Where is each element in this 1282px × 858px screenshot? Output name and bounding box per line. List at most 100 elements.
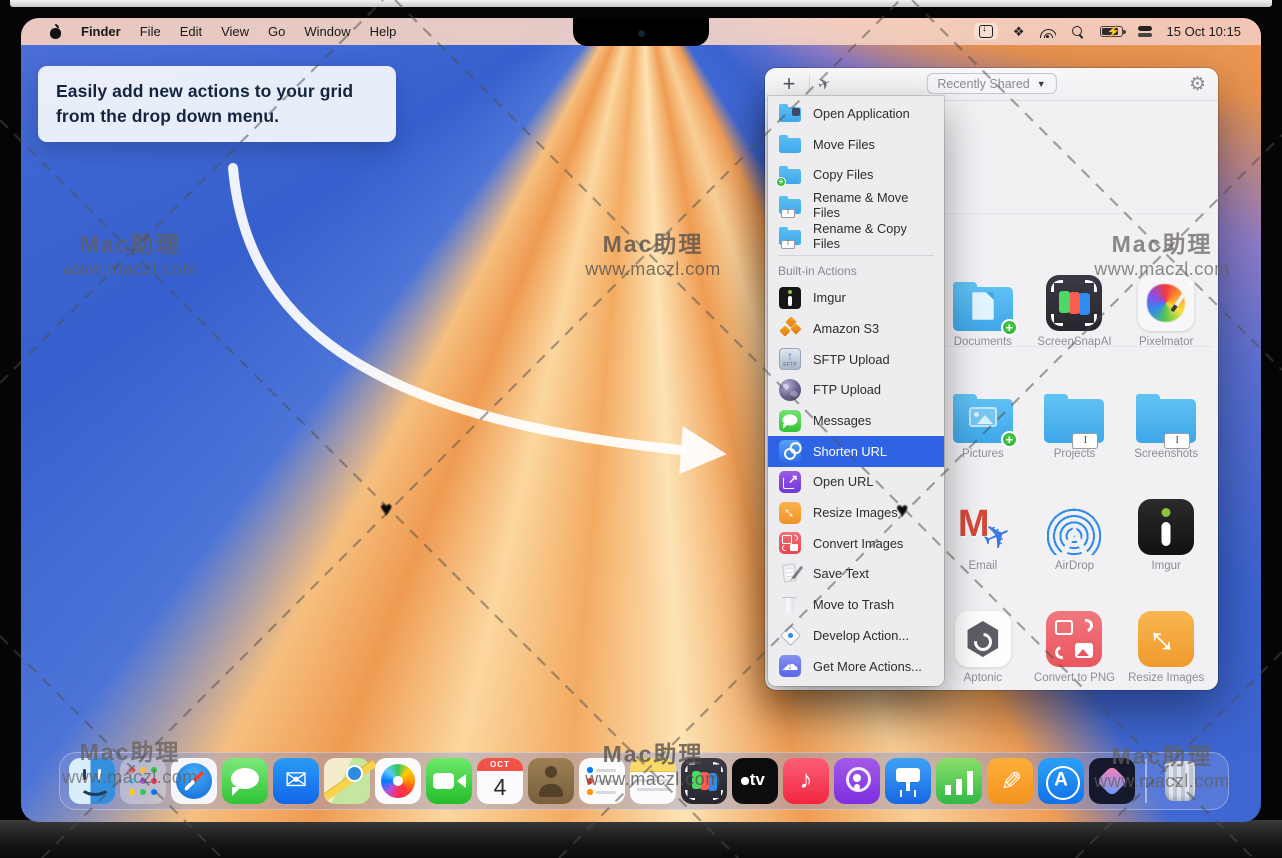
macbook-notch	[573, 18, 709, 46]
dropbox-icon[interactable]: ❖	[1013, 25, 1025, 38]
dock-keynote[interactable]	[885, 758, 931, 804]
control-center-icon[interactable]	[1138, 26, 1152, 37]
grid-item-screensnapai[interactable]: ScreenSnapAI	[1029, 236, 1121, 348]
menu-help[interactable]: Help	[370, 24, 397, 39]
menu-bar-clock[interactable]: 15 Oct 10:15	[1167, 24, 1241, 39]
menu-app-name[interactable]: Finder	[81, 24, 121, 39]
grid-item-aptonic[interactable]: Aptonic	[937, 572, 1029, 684]
resize-images-icon	[1138, 611, 1194, 667]
menu-item-develop-action[interactable]: Develop Action...	[768, 620, 944, 651]
apple-menu-icon[interactable]	[49, 24, 62, 39]
folder-pictures-plus-icon: +	[953, 399, 1013, 443]
tutorial-callout: Easily add new actions to your grid from…	[38, 66, 396, 142]
grid-item-documents[interactable]: + Documents	[937, 236, 1029, 348]
menu-item-move-files[interactable]: Move Files	[768, 129, 944, 160]
dock-messages[interactable]	[222, 758, 268, 804]
grid-item-email[interactable]: M✈ Email	[937, 460, 1029, 572]
link-icon	[778, 439, 802, 463]
resize-arrow-icon	[778, 501, 802, 525]
folder-rename-icon	[1044, 399, 1104, 443]
dock-notes[interactable]	[630, 758, 676, 804]
menu-item-resize-images[interactable]: Resize Images	[768, 497, 944, 528]
dock-pages[interactable]	[987, 758, 1033, 804]
grid-item-pixelmator[interactable]: Pixelmator	[1120, 236, 1212, 348]
battery-charging-icon[interactable]: ⚡	[1100, 26, 1123, 37]
menu-item-open-application[interactable]: Open Application	[768, 98, 944, 129]
grid-item-airdrop[interactable]: AirDrop	[1029, 460, 1121, 572]
menu-item-shorten-url[interactable]: Shorten URL	[768, 436, 944, 467]
dock-finder[interactable]	[69, 758, 115, 804]
gear-icon[interactable]: ⚙	[1189, 73, 1206, 96]
dock-trash[interactable]	[1157, 758, 1203, 804]
dock-maps[interactable]	[324, 758, 370, 804]
macbook-chin	[0, 820, 1282, 858]
dock-facetime[interactable]	[426, 758, 472, 804]
menu-section-header: Built-in Actions	[768, 260, 944, 282]
menu-item-imgur[interactable]: Imgur	[768, 282, 944, 313]
sftp-disk-icon	[778, 347, 802, 371]
dropshare-status-item[interactable]	[974, 23, 998, 40]
menu-item-amazon-s3[interactable]: Amazon S3	[768, 313, 944, 344]
dock-music[interactable]	[783, 758, 829, 804]
recently-shared-dropdown[interactable]: Recently Shared ▼	[926, 73, 1056, 94]
aptonic-hexagon-icon	[955, 611, 1011, 667]
filter-label: Recently Shared	[937, 77, 1029, 91]
menu-item-copy-files[interactable]: + Copy Files	[768, 159, 944, 190]
menu-item-sftp-upload[interactable]: SFTP Upload	[768, 344, 944, 375]
grid-item-convert-to-png[interactable]: Convert to PNG	[1029, 572, 1121, 684]
grid-item-imgur[interactable]: Imgur	[1120, 460, 1212, 572]
grid-item-resize-images[interactable]: Resize Images	[1120, 572, 1212, 684]
menu-item-get-more-actions[interactable]: Get More Actions...	[768, 651, 944, 682]
dock-app-store[interactable]	[1038, 758, 1084, 804]
folder-plus-icon: +	[778, 163, 802, 187]
grid-item-pictures[interactable]: + Pictures	[937, 348, 1029, 460]
dock-screensnapai[interactable]	[681, 758, 727, 804]
trash-icon	[778, 593, 802, 617]
menu-item-rename-move-files[interactable]: Rename & Move Files	[768, 190, 944, 221]
macbook-mockup: Finder File Edit View Go Window Help ❖ ⚡…	[0, 0, 1282, 858]
dock-numbers[interactable]	[936, 758, 982, 804]
menu-item-save-text[interactable]: Save Text	[768, 559, 944, 590]
open-url-icon	[778, 470, 802, 494]
dock-contacts[interactable]	[528, 758, 574, 804]
grid-item-screenshots[interactable]: Screenshots	[1120, 348, 1212, 460]
develop-cube-icon	[778, 623, 802, 647]
calendar-month: OCT	[477, 758, 523, 771]
search-icon[interactable]	[1071, 25, 1085, 39]
menu-separator	[778, 255, 934, 256]
dock-calendar[interactable]: OCT 4	[477, 758, 523, 804]
menu-item-rename-copy-files[interactable]: Rename & Copy Files	[768, 221, 944, 252]
dock-mail[interactable]	[273, 758, 319, 804]
dock-shortcuts[interactable]	[1089, 758, 1135, 804]
screensnap-app-icon	[1046, 275, 1102, 331]
convert-images-icon	[778, 531, 802, 555]
menu-window[interactable]: Window	[304, 24, 350, 39]
wifi-icon[interactable]	[1040, 26, 1056, 38]
dock-podcasts[interactable]	[834, 758, 880, 804]
toolbar-divider	[809, 75, 810, 93]
menu-item-messages[interactable]: Messages	[768, 405, 944, 436]
dock-photos[interactable]	[375, 758, 421, 804]
dock-launchpad[interactable]	[120, 758, 166, 804]
save-text-icon	[778, 562, 802, 586]
add-action-button[interactable]: +	[777, 73, 801, 95]
camera-dot	[638, 30, 645, 37]
grid-item-projects[interactable]: Projects	[1029, 348, 1121, 460]
dock-safari[interactable]	[171, 758, 217, 804]
calendar-day: 4	[477, 771, 523, 804]
menu-view[interactable]: View	[221, 24, 249, 39]
share-icon[interactable]: ✈	[815, 73, 833, 94]
menu-edit[interactable]: Edit	[180, 24, 202, 39]
menu-go[interactable]: Go	[268, 24, 285, 39]
ftp-globe-icon	[778, 378, 802, 402]
menu-item-open-url[interactable]: Open URL	[768, 467, 944, 498]
desktop: Finder File Edit View Go Window Help ❖ ⚡…	[21, 18, 1261, 822]
menu-item-move-to-trash[interactable]: Move to Trash	[768, 589, 944, 620]
dock-divider	[1145, 759, 1147, 803]
menu-file[interactable]: File	[140, 24, 161, 39]
cloud-download-icon	[778, 654, 802, 678]
dock-reminders[interactable]	[579, 758, 625, 804]
menu-item-ftp-upload[interactable]: FTP Upload	[768, 375, 944, 406]
menu-item-convert-images[interactable]: Convert Images	[768, 528, 944, 559]
dock-tv[interactable]	[732, 758, 778, 804]
